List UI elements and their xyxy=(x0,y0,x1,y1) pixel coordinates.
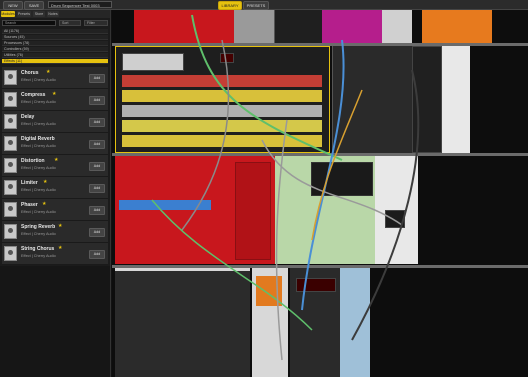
star-icon[interactable]: ★ xyxy=(54,157,58,163)
module-description: Effect | Cherry Audio xyxy=(21,210,56,214)
module-name: Spring Reverb xyxy=(21,224,56,230)
star-icon[interactable]: ★ xyxy=(43,179,47,185)
add-module-button[interactable]: Add xyxy=(89,250,105,259)
module-description: Effect | Cherry Audio xyxy=(21,188,56,192)
browser-tabs: Modules Presets Store Notes xyxy=(0,10,110,18)
module-item-digital-reverb[interactable]: Digital Reverb Effect | Cherry Audio Add xyxy=(2,133,108,155)
add-module-button[interactable]: Add xyxy=(89,206,105,215)
module-name: Limiter xyxy=(21,180,38,186)
module-thumbnail xyxy=(4,92,17,107)
add-module-button[interactable]: Add xyxy=(89,74,105,83)
module-name: String Chorus xyxy=(21,246,55,252)
module-thumbnail xyxy=(4,202,17,217)
module-item-string-chorus[interactable]: String Chorus ★ Effect | Cherry Audio Ad… xyxy=(2,243,108,265)
module-item-delay[interactable]: Delay Effect | Cherry Audio Add xyxy=(2,111,108,133)
module-browser-sidebar: Modules Presets Store Notes Search Sort … xyxy=(0,10,111,377)
star-icon[interactable]: ★ xyxy=(46,69,50,75)
module-item-chorus[interactable]: Chorus ★ Effect | Cherry Audio Add xyxy=(2,67,108,89)
add-module-button[interactable]: Add xyxy=(89,228,105,237)
category-controllers[interactable]: Controllers (59) xyxy=(2,47,108,52)
module-name: Digital Reverb xyxy=(21,136,55,142)
module-name: Chorus xyxy=(21,70,39,76)
module-description: Effect | Cherry Audio xyxy=(21,232,56,236)
module-thumbnail xyxy=(4,224,17,239)
star-icon[interactable]: ★ xyxy=(58,223,62,229)
module-name: Distortion xyxy=(21,158,45,164)
add-module-button[interactable]: Add xyxy=(89,96,105,105)
module-thumbnail xyxy=(4,114,17,129)
category-all[interactable]: All (1176) xyxy=(2,29,108,34)
search-input[interactable]: Search xyxy=(2,20,56,26)
module-item-distortion[interactable]: Distortion ★ Effect | Cherry Audio Add xyxy=(2,155,108,177)
module-item-limiter[interactable]: Limiter ★ Effect | Cherry Audio Add xyxy=(2,177,108,199)
module-description: Effect | Cherry Audio xyxy=(21,122,56,126)
tab-notes[interactable]: Notes xyxy=(47,11,59,17)
module-item-spring-reverb[interactable]: Spring Reverb ★ Effect | Cherry Audio Ad… xyxy=(2,221,108,243)
category-sources[interactable]: Sources (45) xyxy=(2,35,108,40)
sort-dropdown[interactable]: Sort xyxy=(59,20,81,26)
module-thumbnail xyxy=(4,136,17,151)
library-button[interactable]: LIBRARY xyxy=(218,1,242,10)
top-toolbar: NEW SAVE Drum Sequencer Test 0003 LIBRAR… xyxy=(0,0,528,10)
module-description: Effect | Cherry Audio xyxy=(21,254,56,258)
module-thumbnail xyxy=(4,158,17,173)
star-icon[interactable]: ★ xyxy=(52,91,56,97)
add-module-button[interactable]: Add xyxy=(89,184,105,193)
tab-modules[interactable]: Modules xyxy=(1,11,15,17)
new-button[interactable]: NEW xyxy=(3,1,23,10)
category-utilities[interactable]: Utilities (76) xyxy=(2,53,108,58)
tab-store[interactable]: Store xyxy=(33,11,45,17)
module-name: Delay xyxy=(21,114,35,120)
module-thumbnail xyxy=(4,246,17,261)
filter-dropdown[interactable]: Filter xyxy=(84,20,108,26)
module-item-phaser[interactable]: Phaser ★ Effect | Cherry Audio Add xyxy=(2,199,108,221)
add-module-button[interactable]: Add xyxy=(89,162,105,171)
presets-button[interactable]: PRESETS xyxy=(243,1,269,10)
save-button[interactable]: SAVE xyxy=(24,1,44,10)
module-item-compress[interactable]: Compress ★ Effect | Cherry Audio Add xyxy=(2,89,108,111)
module-name: Phaser xyxy=(21,202,38,208)
category-effects[interactable]: Effects (11) xyxy=(2,59,108,64)
category-processors[interactable]: Processors (78) xyxy=(2,41,108,46)
search-row: Search Sort Filter xyxy=(2,20,108,26)
module-description: Effect | Cherry Audio xyxy=(21,100,56,104)
star-icon[interactable]: ★ xyxy=(42,201,46,207)
tab-presets[interactable]: Presets xyxy=(17,11,31,17)
star-icon[interactable]: ★ xyxy=(58,245,62,251)
patch-cables[interactable] xyxy=(112,10,528,377)
add-module-button[interactable]: Add xyxy=(89,140,105,149)
module-description: Effect | Cherry Audio xyxy=(21,78,56,82)
preset-name-field[interactable]: Drum Sequencer Test 0003 xyxy=(48,1,112,8)
module-description: Effect | Cherry Audio xyxy=(21,166,56,170)
module-name: Compress xyxy=(21,92,46,98)
module-description: Effect | Cherry Audio xyxy=(21,144,56,148)
modular-rack xyxy=(112,10,528,377)
sidebar-empty-area xyxy=(0,266,110,377)
module-thumbnail xyxy=(4,70,17,85)
add-module-button[interactable]: Add xyxy=(89,118,105,127)
module-thumbnail xyxy=(4,180,17,195)
